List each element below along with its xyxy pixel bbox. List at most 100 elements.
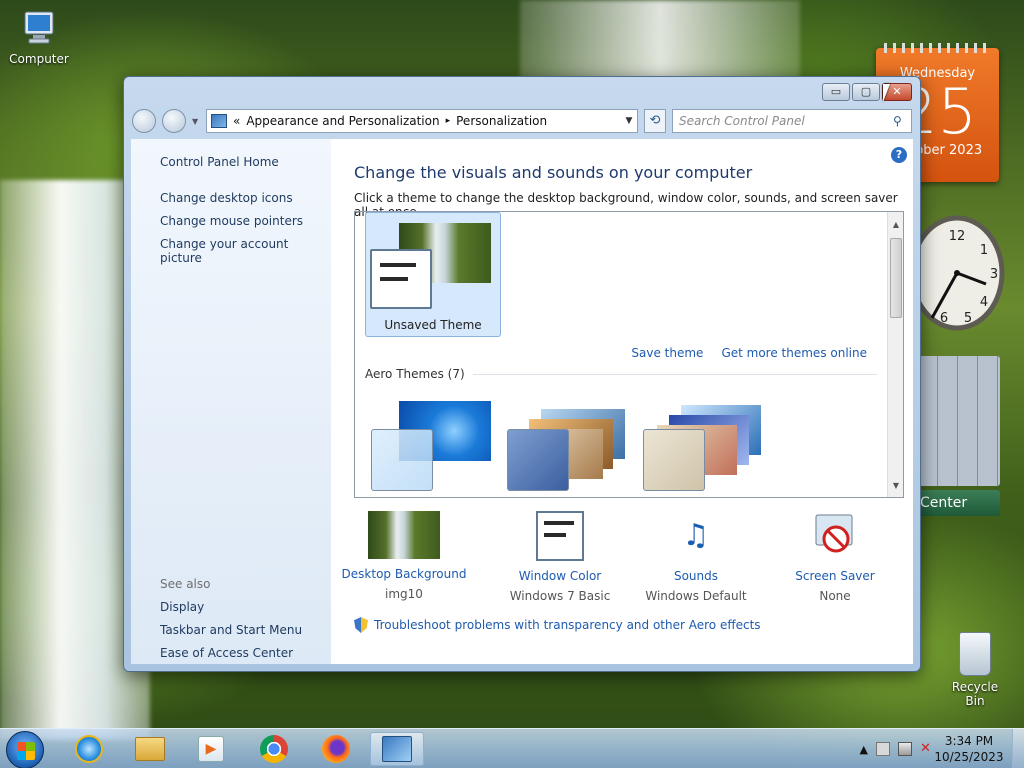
- address-chevrons[interactable]: «: [233, 114, 240, 128]
- display-link[interactable]: Display: [160, 600, 302, 614]
- refresh-button[interactable]: ⟲: [644, 109, 666, 133]
- aero-theme-nature[interactable]: [641, 397, 771, 492]
- aero-themes-heading: Aero Themes (7): [365, 367, 877, 381]
- taskbar-start-menu-link[interactable]: Taskbar and Start Menu: [160, 623, 302, 637]
- firefox-icon: [322, 735, 350, 763]
- desktop-background-link[interactable]: Desktop Background: [334, 567, 474, 581]
- maximize-icon: ▢: [860, 85, 872, 98]
- taskbar-firefox[interactable]: [309, 732, 363, 766]
- media-player-icon: ▶: [198, 736, 224, 762]
- screen-saver-link[interactable]: Screen Saver: [765, 569, 905, 583]
- scrollbar-thumb[interactable]: [890, 238, 902, 318]
- taskbar-time: 3:34 PM: [944, 734, 994, 748]
- change-account-picture-link[interactable]: Change your account picture: [160, 237, 331, 265]
- window-color-setting[interactable]: Window Color Windows 7 Basic: [490, 511, 630, 603]
- recycle-bin-desktop-icon[interactable]: Recycle Bin: [942, 632, 1008, 708]
- aero-theme-architecture[interactable]: [505, 397, 635, 492]
- sounds-link[interactable]: Sounds: [626, 569, 766, 583]
- search-input[interactable]: Search Control Panel ⚲: [672, 109, 912, 133]
- internet-explorer-icon: [75, 735, 103, 763]
- recycle-bin-icon: [959, 632, 991, 676]
- window-color-icon: [536, 511, 584, 561]
- taskbar-chrome[interactable]: [247, 732, 301, 766]
- change-mouse-pointers-link[interactable]: Change mouse pointers: [160, 214, 331, 228]
- see-also-section: See also Display Taskbar and Start Menu …: [160, 577, 302, 669]
- theme-links: Save theme Get more themes online: [631, 346, 867, 360]
- taskbar-control-panel[interactable]: [370, 732, 424, 766]
- unsaved-theme-tile[interactable]: Unsaved Theme: [365, 212, 501, 337]
- personalization-window: ▭ ▢ ✕ ▼ « Appearance and Personalization…: [123, 76, 921, 672]
- show-hidden-icons[interactable]: ▲: [860, 743, 868, 756]
- breadcrumb-separator-icon[interactable]: ▸: [446, 116, 451, 126]
- computer-desktop-icon[interactable]: Computer: [3, 8, 75, 66]
- breadcrumb-personalization[interactable]: Personalization: [456, 114, 547, 128]
- nature-glass-thumbnail: [643, 429, 705, 491]
- back-button[interactable]: [132, 109, 156, 133]
- desktop-background-value: img10: [385, 587, 423, 601]
- desktop-background-setting[interactable]: Desktop Background img10: [334, 511, 474, 601]
- taskbar-clock[interactable]: 3:34 PM 10/25/2023: [932, 733, 1006, 765]
- clock-gadget[interactable]: 12 1 3 4 5 6: [908, 214, 1006, 332]
- theme-list-scrollbar[interactable]: ▲ ▼: [887, 212, 903, 497]
- system-tray: ▲ ✕: [860, 729, 934, 768]
- slideshow-gadget[interactable]: [918, 356, 1000, 486]
- window-caption-buttons: ▭ ▢ ✕: [822, 83, 912, 101]
- minimize-button[interactable]: ▭: [822, 83, 850, 101]
- address-bar[interactable]: « Appearance and Personalization ▸ Perso…: [206, 109, 638, 133]
- taskbar-file-explorer[interactable]: [123, 732, 177, 766]
- window-color-link[interactable]: Window Color: [490, 569, 630, 583]
- recent-pages-dropdown[interactable]: ▼: [192, 117, 200, 126]
- screen-saver-icon: [810, 511, 860, 561]
- show-desktop-button[interactable]: [1012, 729, 1024, 768]
- recycle-bin-label: Recycle Bin: [951, 680, 999, 708]
- architecture-glass-thumbnail: [507, 429, 569, 491]
- ease-of-access-link[interactable]: Ease of Access Center: [160, 646, 302, 660]
- mouse-cursor-icon: [883, 84, 897, 102]
- scroll-down-icon[interactable]: ▼: [888, 481, 903, 497]
- forward-button[interactable]: [162, 109, 186, 133]
- maximize-button[interactable]: ▢: [852, 83, 880, 101]
- search-icon[interactable]: ⚲: [893, 114, 911, 128]
- main-content: ? Change the visuals and sounds on your …: [331, 139, 913, 664]
- control-panel-home-link[interactable]: Control Panel Home: [160, 155, 331, 169]
- theme-settings-row: Desktop Background img10 Window Color Wi…: [342, 511, 905, 603]
- network-icon[interactable]: [898, 742, 912, 756]
- media-center-gadget[interactable]: Center: [918, 490, 1000, 516]
- left-nav-pane: Control Panel Home Change desktop icons …: [131, 139, 331, 664]
- breadcrumb-appearance[interactable]: Appearance and Personalization: [246, 114, 439, 128]
- svg-text:1: 1: [980, 243, 988, 258]
- taskbar-internet-explorer[interactable]: [62, 732, 116, 766]
- control-panel-icon: [211, 114, 227, 128]
- theme-window-color-thumbnail: [370, 249, 432, 309]
- change-desktop-icons-link[interactable]: Change desktop icons: [160, 191, 331, 205]
- search-placeholder: Search Control Panel: [679, 114, 805, 128]
- page-title: Change the visuals and sounds on your co…: [354, 163, 753, 182]
- window-body: Control Panel Home Change desktop icons …: [131, 139, 913, 664]
- computer-label: Computer: [9, 52, 69, 66]
- screen-saver-setting[interactable]: Screen Saver None: [765, 511, 905, 603]
- get-more-themes-link[interactable]: Get more themes online: [721, 346, 867, 360]
- action-center-icon[interactable]: [876, 742, 890, 756]
- media-center-label: Center: [920, 495, 968, 511]
- aero-theme-windows7[interactable]: [369, 397, 499, 492]
- navigation-bar: ▼ « Appearance and Personalization ▸ Per…: [132, 107, 912, 135]
- svg-text:3: 3: [990, 267, 998, 282]
- help-icon[interactable]: ?: [891, 147, 907, 163]
- start-button[interactable]: [6, 731, 44, 768]
- taskbar-media-player[interactable]: ▶: [184, 732, 238, 766]
- save-theme-link[interactable]: Save theme: [631, 346, 703, 360]
- theme-list[interactable]: Unsaved Theme Save theme Get more themes…: [354, 211, 904, 498]
- address-dropdown-icon[interactable]: ▼: [621, 116, 637, 126]
- sounds-icon: ♫: [682, 518, 710, 553]
- scroll-up-icon[interactable]: ▲: [888, 220, 903, 236]
- computer-icon: [19, 8, 59, 48]
- taskbar: ▶ ▲ ✕ 3:34 PM 10/25/2023: [0, 728, 1024, 768]
- taskbar-date: 10/25/2023: [934, 750, 1004, 764]
- troubleshoot-aero-link[interactable]: Troubleshoot problems with transparency …: [354, 617, 761, 633]
- sounds-setting[interactable]: ♫ Sounds Windows Default: [626, 511, 766, 603]
- troubleshoot-label[interactable]: Troubleshoot problems with transparency …: [374, 618, 761, 632]
- folder-icon: [135, 737, 165, 761]
- minimize-icon: ▭: [830, 85, 842, 98]
- see-also-heading: See also: [160, 577, 211, 591]
- control-panel-taskbar-icon: [382, 736, 412, 762]
